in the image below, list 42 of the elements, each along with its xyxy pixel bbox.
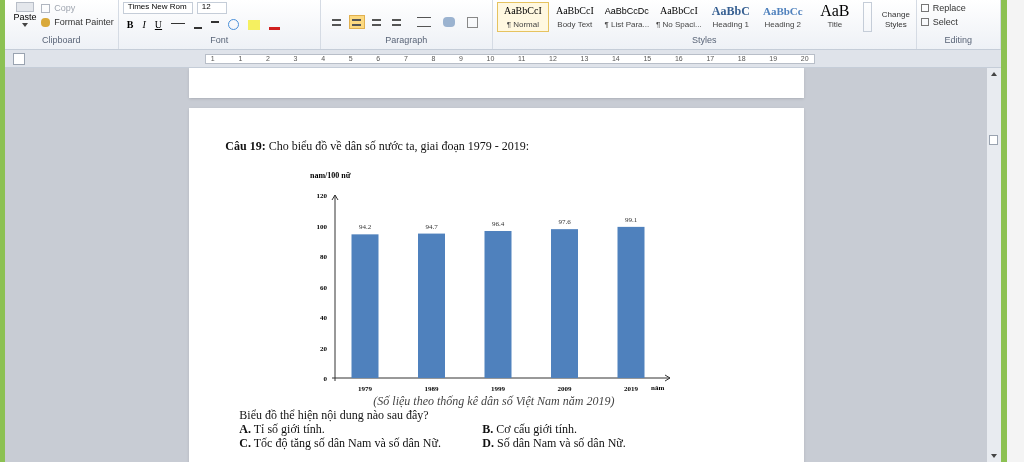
scroll-down-icon (990, 454, 997, 458)
style-gallery-item[interactable]: AaBbCcDc ¶ List Para... (600, 2, 653, 32)
borders-icon[interactable] (466, 16, 478, 28)
line-spacing-icon[interactable] (416, 17, 431, 27)
answer-option: A. Tỉ số giới tính. (239, 422, 483, 436)
axis-title: nam/100 nữ (310, 171, 351, 180)
question-prompt: Biểu đồ thể hiện nội dung nào sau đây? (239, 408, 430, 422)
group-label: Paragraph (384, 34, 429, 47)
answer-option: B. Cơ cấu giới tính. (482, 422, 805, 436)
font-size-field[interactable]: 12 (196, 2, 227, 14)
source-caption: (Số liệu theo thống kê dân số Việt Nam năm 2019) (373, 394, 616, 408)
format-button[interactable]: I (142, 17, 146, 32)
format-button[interactable]: U (154, 17, 163, 32)
answer-option: D. Số dân Nam và số dân Nữ. (482, 436, 805, 450)
vertical-scrollbar[interactable] (986, 68, 1001, 462)
style-gallery-item[interactable]: AaBbCc Heading 2 (756, 2, 809, 32)
ribbon-command[interactable]: Format Painter (41, 16, 114, 28)
scroll-up-icon (990, 72, 997, 76)
style-gallery-item[interactable]: AaB Title (808, 2, 861, 32)
style-gallery-item[interactable]: AaBbC Heading 1 (704, 2, 757, 32)
ribbon-command[interactable]: Replace (920, 2, 966, 14)
clipboard-icon (16, 2, 35, 12)
group-label: Clipboard (41, 34, 82, 47)
scroll-thumb (989, 135, 999, 145)
question-text: Câu 19: Cho biểu đồ về dân số nước ta, giai đoạn 1979 - 2019: (225, 138, 531, 154)
style-gallery-item[interactable]: AaBbCcI Body Text (548, 2, 601, 32)
style-gallery-item[interactable]: AaBbCcI ¶ Normal (496, 2, 549, 32)
format-button[interactable]: B (126, 17, 134, 32)
align-icon[interactable] (348, 15, 365, 29)
group-label: Editing (943, 34, 974, 47)
group-label: Font (209, 34, 230, 47)
gallery-scrollbar[interactable] (862, 2, 872, 32)
font-name-field[interactable]: Times New Rom (122, 2, 193, 14)
tab-stop-selector[interactable] (12, 52, 25, 65)
change-styles-button[interactable]: Change Styles (875, 2, 916, 30)
paste-button[interactable]: Paste (8, 0, 42, 27)
group-label: Styles (691, 34, 718, 47)
answer-option: C. Tốc độ tăng số dân Nam và số dân Nữ. (239, 436, 483, 450)
ribbon-command[interactable]: Select (920, 16, 966, 28)
caret-icon (22, 23, 29, 27)
copy-icon (41, 3, 51, 13)
style-gallery-item[interactable]: AaBbCcI ¶ No Spaci... (652, 2, 705, 32)
